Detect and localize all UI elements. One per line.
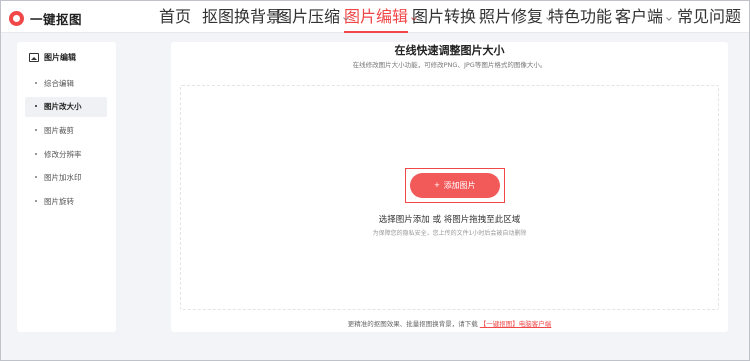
nav-label: 客户端: [615, 7, 664, 26]
bullet-icon: [35, 82, 37, 84]
sidebar-item-general-edit[interactable]: 综合编辑: [25, 74, 107, 94]
bullet-icon: [35, 200, 37, 202]
download-client-link[interactable]: 【一键抠图】电脑客户端: [480, 320, 552, 328]
sidebar-item-label: 图片旋转: [44, 197, 74, 206]
bullet-icon: [35, 176, 37, 178]
nav-label: 图片压缩: [276, 7, 341, 26]
nav-label: 常见问题: [677, 7, 742, 26]
nav-label: 首页: [159, 7, 192, 26]
nav-item-repair[interactable]: 照片修复: [479, 1, 552, 33]
sidebar-item-label: 综合编辑: [44, 79, 74, 88]
logo-icon: [9, 11, 24, 26]
download-hint-text: 更精准的抠图效果、批量抠图换背景，请下载: [347, 320, 478, 328]
page-title: 在线快速调整图片大小: [394, 44, 505, 57]
nav-item-client[interactable]: 客户端: [615, 1, 672, 33]
nav-item-edit[interactable]: 图片编辑: [344, 1, 417, 33]
nav-label: 照片修复: [479, 7, 544, 26]
sidebar-item-label: 图片加水印: [44, 173, 82, 182]
nav-label: 特色功能: [548, 7, 613, 26]
sidebar: 图片编辑 综合编辑 图片改大小 图片裁剪 修改分辨率 图片加水印 图片旋转: [17, 42, 116, 332]
sidebar-item-watermark[interactable]: 图片加水印: [25, 168, 107, 188]
sidebar-item-crop[interactable]: 图片裁剪: [25, 121, 107, 141]
nav-label: 图片编辑: [344, 7, 409, 26]
sidebar-item-label: 修改分辨率: [44, 150, 82, 159]
upload-dropzone[interactable]: + 添加图片 选择图片添加 或 将图片拖拽至此区域 为保障您的隐私安全，您上传的文…: [180, 85, 719, 310]
add-image-button[interactable]: + 添加图片: [410, 173, 500, 198]
image-icon: [29, 53, 39, 62]
top-header: 一键抠图 首页 抠图换背景 图片压缩 图片编辑 图片转换 照片修复 特色功能 客…: [1, 1, 749, 33]
active-nav-underline: [344, 31, 409, 33]
sidebar-item-resolution[interactable]: 修改分辨率: [25, 145, 107, 165]
bullet-icon: [35, 153, 37, 155]
nav-item-features[interactable]: 特色功能: [548, 1, 621, 33]
sidebar-item-resize[interactable]: 图片改大小: [25, 97, 107, 117]
chevron-down-icon: [666, 15, 672, 21]
sidebar-item-rotate[interactable]: 图片旋转: [25, 192, 107, 212]
page-subtitle: 在线修改图片大小功能，可修改PNG、JPG等图片格式的图像大小。: [352, 61, 547, 69]
download-hint: 更精准的抠图效果、批量抠图换背景，请下载 【一键抠图】电脑客户端: [171, 318, 728, 328]
sidebar-title: 图片编辑: [29, 52, 76, 63]
drop-instruction: 选择图片添加 或 将图片拖拽至此区域: [378, 215, 521, 225]
nav-item-compress[interactable]: 图片压缩: [276, 1, 349, 33]
bullet-icon: [35, 129, 37, 131]
nav-item-convert[interactable]: 图片转换: [412, 1, 485, 33]
privacy-note: 为保障您的隐私安全，您上传的文件1小时后会被自动删除: [372, 230, 527, 237]
nav-label: 图片转换: [412, 7, 477, 26]
nav-item-faq[interactable]: 常见问题: [677, 1, 741, 33]
nav-label: 抠图换背景: [202, 7, 283, 26]
main-panel: 在线快速调整图片大小 在线修改图片大小功能，可修改PNG、JPG等图片格式的图像…: [171, 42, 728, 332]
sidebar-title-label: 图片编辑: [44, 53, 76, 62]
sidebar-item-label: 图片裁剪: [44, 126, 74, 135]
sidebar-item-label: 图片改大小: [44, 102, 82, 111]
bullet-icon: [35, 105, 37, 107]
logo[interactable]: 一键抠图: [9, 9, 82, 28]
add-image-label: 添加图片: [443, 181, 476, 190]
plus-icon: +: [434, 180, 440, 190]
logo-text: 一键抠图: [30, 12, 83, 27]
nav-item-home[interactable]: 首页: [159, 1, 191, 33]
